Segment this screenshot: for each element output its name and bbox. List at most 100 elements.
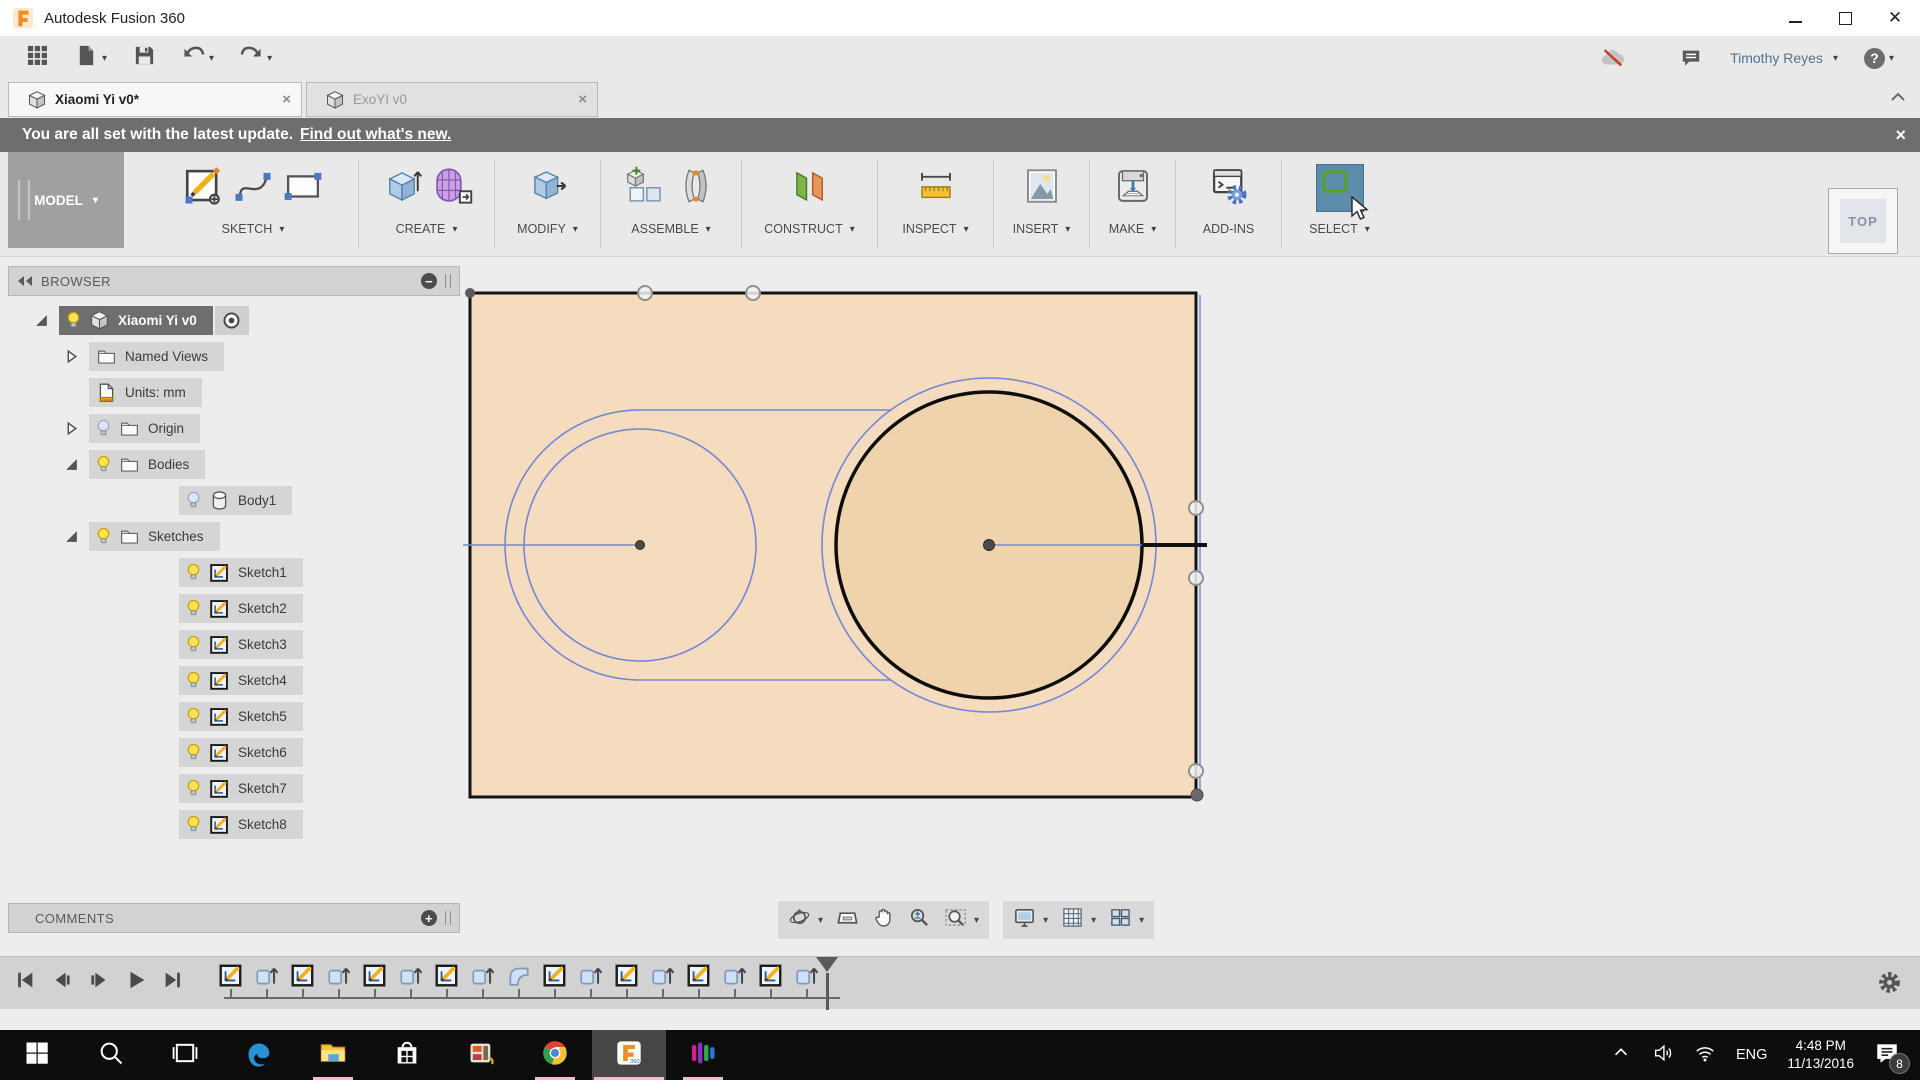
browser-item[interactable]: Sketch1 — [179, 557, 303, 587]
taskbar-media-app-button[interactable] — [666, 1030, 740, 1080]
browser-row-sketch6[interactable]: Sketch6 — [8, 734, 460, 770]
timeline-extrude-feature[interactable] — [578, 962, 604, 997]
panel-grip[interactable] — [445, 274, 451, 288]
document-tab[interactable]: Xiaomi Yi v0* × — [8, 82, 302, 117]
timeline-sketch-feature[interactable] — [614, 962, 640, 997]
zoom-button[interactable] — [908, 906, 931, 934]
help-menu[interactable]: ? ▾ — [1863, 47, 1894, 69]
browser-item[interactable]: Body1 — [179, 485, 293, 515]
browser-row-sketch8[interactable]: Sketch8 — [8, 806, 460, 842]
timeline-sketch-feature[interactable] — [218, 962, 244, 997]
collapse-node-icon[interactable] — [64, 529, 79, 544]
collapse-node-icon[interactable] — [34, 313, 49, 328]
canvas-viewport[interactable] — [430, 258, 1230, 838]
timeline-playhead[interactable] — [816, 957, 838, 1010]
ribbon-group-modify[interactable]: MODIFY ▾ — [495, 152, 600, 256]
visibility-on-bulb-icon[interactable] — [186, 671, 201, 690]
timeline-sketch-feature[interactable] — [290, 962, 316, 997]
sketch-center-point[interactable] — [983, 539, 995, 551]
browser-item[interactable]: Sketch3 — [179, 629, 303, 659]
expand-node-icon[interactable] — [64, 421, 79, 436]
visibility-on-bulb-icon[interactable] — [186, 743, 201, 762]
ribbon-group-insert[interactable]: INSERT ▾ — [994, 152, 1089, 256]
visibility-on-bulb-icon[interactable] — [186, 599, 201, 618]
tab-close-icon[interactable]: × — [282, 91, 291, 108]
sketch-corner-point[interactable] — [1190, 788, 1204, 802]
browser-item[interactable]: Named Views — [89, 341, 225, 371]
viewcube-top-face[interactable]: TOP — [1840, 199, 1886, 243]
timeline-sketch-feature[interactable] — [758, 962, 784, 997]
chat-icon[interactable] — [1678, 47, 1704, 69]
collapse-toolbar-chevron-up-icon[interactable] — [1890, 90, 1906, 108]
wifi-icon[interactable] — [1694, 1042, 1716, 1069]
step-back-button[interactable] — [51, 969, 73, 996]
visibility-on-bulb-icon[interactable] — [96, 527, 111, 546]
visibility-on-bulb-icon[interactable] — [186, 635, 201, 654]
language-indicator[interactable]: ENG — [1736, 1047, 1767, 1063]
timeline-extrude-feature[interactable] — [650, 962, 676, 997]
redo-button[interactable]: ▾ — [240, 44, 272, 72]
viewcube[interactable]: TOP — [1828, 188, 1898, 254]
browser-row-body1[interactable]: Body1 — [8, 482, 460, 518]
browser-row-units-mm[interactable]: Units: mm — [8, 374, 460, 410]
browser-row-sketch4[interactable]: Sketch4 — [8, 662, 460, 698]
browser-item[interactable]: Sketch2 — [179, 593, 303, 623]
tab-close-icon[interactable]: × — [578, 91, 587, 108]
timeline-settings-gear-icon[interactable] — [1877, 970, 1902, 1000]
restore-button[interactable] — [1820, 0, 1870, 36]
ribbon-group-sketch[interactable]: SKETCH ▾ — [148, 152, 358, 256]
ribbon-group-inspect[interactable]: INSPECT ▾ — [878, 152, 993, 256]
minimize-button[interactable] — [1770, 0, 1820, 36]
visibility-on-bulb-icon[interactable] — [96, 455, 111, 474]
taskbar-fusion-360-button[interactable]: 360 — [592, 1030, 666, 1080]
undo-button[interactable]: ▾ — [182, 44, 214, 72]
visibility-on-bulb-icon[interactable] — [186, 707, 201, 726]
collapse-panel-icon[interactable] — [17, 275, 33, 287]
display-settings-button[interactable]: ▾ — [1013, 906, 1048, 934]
orbit-button[interactable]: ▾ — [788, 906, 823, 934]
browser-row-named-views[interactable]: Named Views — [8, 338, 460, 374]
visibility-on-bulb-icon[interactable] — [186, 815, 201, 834]
step-forward-button[interactable] — [88, 969, 110, 996]
viewports-button[interactable]: ▾ — [1109, 906, 1144, 934]
browser-row-sketch2[interactable]: Sketch2 — [8, 590, 460, 626]
browser-row-sketch1[interactable]: Sketch1 — [8, 554, 460, 590]
save-button[interactable] — [133, 44, 156, 72]
browser-item[interactable]: Sketches — [89, 521, 220, 551]
browser-item[interactable]: Origin — [89, 413, 201, 443]
clock[interactable]: 4:48 PM 11/13/2016 — [1787, 1037, 1854, 1073]
whats-new-link[interactable]: Find out what's new. — [300, 126, 451, 144]
browser-item[interactable]: Sketch8 — [179, 809, 303, 839]
browser-row-sketch7[interactable]: Sketch7 — [8, 770, 460, 806]
collapse-node-icon[interactable] — [64, 457, 79, 472]
comments-header[interactable]: COMMENTS + — [8, 903, 460, 933]
browser-row-sketches[interactable]: Sketches — [8, 518, 460, 554]
timeline-extrude-feature[interactable] — [722, 962, 748, 997]
browser-row-bodies[interactable]: Bodies — [8, 446, 460, 482]
workspace-selector[interactable]: MODEL ▾ — [8, 152, 124, 248]
browser-item[interactable]: Sketch5 — [179, 701, 303, 731]
browser-item[interactable]: Sketch6 — [179, 737, 303, 767]
taskbar-windows-store-button[interactable] — [370, 1030, 444, 1080]
timeline-extrude-feature[interactable] — [398, 962, 424, 997]
taskbar-chrome-button[interactable] — [518, 1030, 592, 1080]
browser-row-origin[interactable]: Origin — [8, 410, 460, 446]
timeline-sketch-feature[interactable] — [362, 962, 388, 997]
play-button[interactable] — [125, 969, 147, 996]
timeline-extrude-feature[interactable] — [470, 962, 496, 997]
activate-component-radio[interactable] — [214, 305, 249, 335]
panel-grip[interactable] — [445, 911, 451, 925]
browser-item[interactable]: Units: mm — [89, 377, 202, 407]
taskbar-edge-button[interactable] — [222, 1030, 296, 1080]
browser-item[interactable]: Bodies — [89, 449, 206, 479]
taskbar-windows-start-button[interactable] — [0, 1030, 74, 1080]
timeline-fillet-feature[interactable] — [506, 962, 532, 997]
app-grid-button[interactable] — [26, 44, 49, 72]
taskbar-task-view-button[interactable] — [148, 1030, 222, 1080]
sketch-center-point[interactable] — [635, 540, 645, 550]
ribbon-group-construct[interactable]: CONSTRUCT ▾ — [742, 152, 877, 256]
look-at-button[interactable] — [836, 906, 859, 934]
user-account-menu[interactable]: Timothy Reyes ▾ — [1730, 50, 1838, 66]
offline-cloud-icon[interactable] — [1600, 47, 1626, 69]
go-to-end-button[interactable] — [162, 969, 184, 996]
